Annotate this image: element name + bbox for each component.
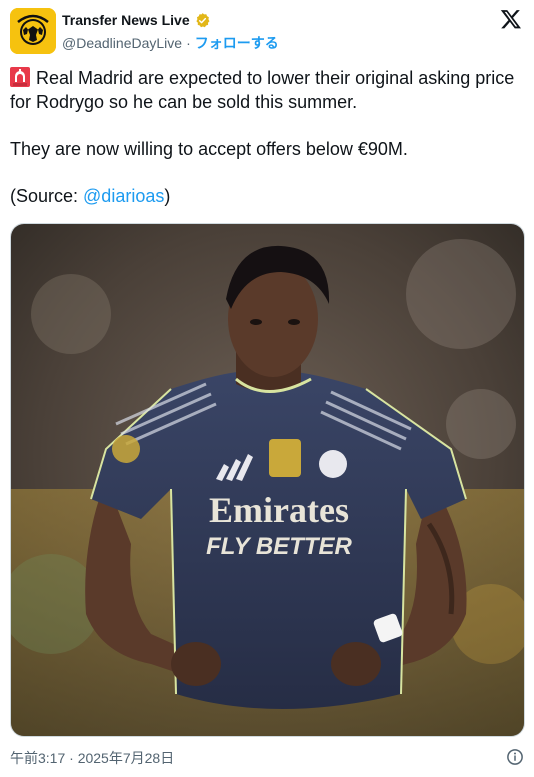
tweet-source: (Source: @diarioas)	[10, 184, 526, 208]
source-mention-link[interactable]: @diarioas	[83, 186, 164, 206]
kit-sponsor-text: Emirates	[209, 490, 349, 530]
source-suffix: )	[164, 186, 171, 206]
info-icon[interactable]	[506, 748, 524, 766]
follow-button[interactable]: フォローする	[195, 33, 279, 53]
tweet-body-line1: Real Madrid are expected to lower their …	[10, 68, 515, 112]
rotating-light-icon	[10, 67, 30, 87]
x-logo-icon[interactable]	[500, 8, 522, 30]
tweet-line-2: They are now willing to accept offers be…	[10, 139, 408, 159]
account-names: Transfer News Live @DeadlineDayLive · フォ…	[62, 11, 279, 53]
tweet-footer: 午前3:17 · 2025年7月28日	[10, 748, 524, 768]
avatar[interactable]	[10, 8, 56, 54]
timestamp[interactable]: 午前3:17 · 2025年7月28日	[10, 750, 174, 766]
soccer-ball-logo-icon	[10, 8, 56, 54]
source-prefix: (Source:	[10, 186, 84, 206]
tweet-text: Real Madrid are expected to lower their …	[10, 66, 526, 208]
tweet-line-1: Real Madrid are expected to lower their …	[10, 66, 526, 114]
tweet-photo[interactable]: Emirates FLY BETTER	[10, 223, 525, 737]
account-handle[interactable]: @DeadlineDayLive	[62, 35, 182, 51]
kit-slogan-text: FLY BETTER	[206, 533, 352, 560]
tweet-header: Transfer News Live @DeadlineDayLive · フォ…	[10, 6, 524, 56]
separator-dot: ·	[186, 35, 191, 51]
verified-badge-icon	[196, 12, 210, 27]
player-photo: Emirates FLY BETTER	[11, 224, 524, 736]
display-name[interactable]: Transfer News Live	[62, 12, 190, 28]
